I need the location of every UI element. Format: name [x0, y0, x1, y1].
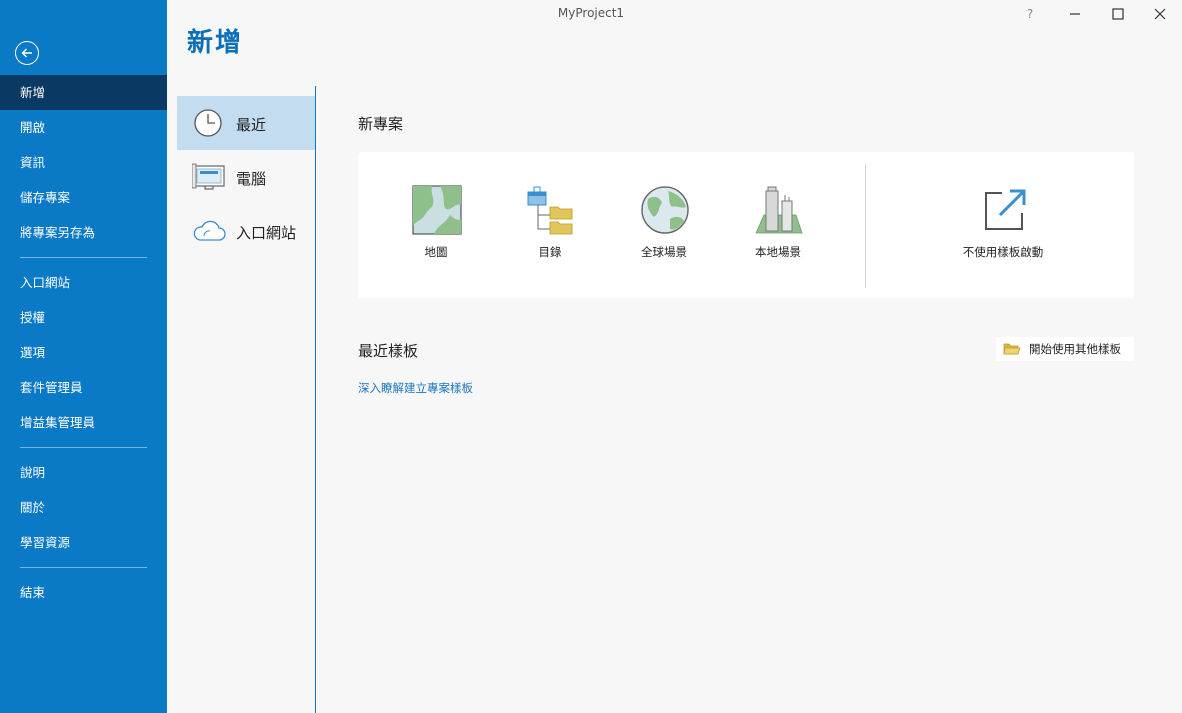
window-title: MyProject1	[557, 6, 625, 20]
new-project-heading: 新專案	[358, 115, 404, 133]
help-button[interactable]: ?	[1008, 2, 1052, 26]
computer-icon	[192, 163, 225, 190]
close-icon	[1154, 8, 1166, 20]
rail-item-portal[interactable]: 入口網站	[0, 265, 167, 300]
back-arrow-icon	[21, 48, 32, 58]
rail-item-help[interactable]: 說明	[0, 455, 167, 490]
rail-item-package-manager[interactable]: 套件管理員	[0, 370, 167, 405]
rail-item-exit[interactable]: 結束	[0, 575, 167, 610]
rail-divider	[20, 257, 147, 258]
start-other-template-label: 開始使用其他樣板	[1029, 342, 1121, 356]
backstage-rail: 新增 開啟 資訊 儲存專案 將專案另存為 入口網站 授權 選項 套件管理員 增益…	[0, 0, 167, 713]
close-button[interactable]	[1138, 2, 1182, 26]
recent-templates-heading: 最近樣板	[358, 342, 419, 360]
source-item-computer[interactable]: 電腦	[177, 150, 315, 204]
template-label: 本地場景	[755, 245, 801, 259]
rail-item-options[interactable]: 選項	[0, 335, 167, 370]
catalog-template-tile[interactable]: 目錄	[505, 182, 595, 262]
rail-item-addin-manager[interactable]: 增益集管理員	[0, 405, 167, 440]
rail-item-save-project[interactable]: 儲存專案	[0, 180, 167, 215]
rail-item-learning-resources[interactable]: 學習資源	[0, 525, 167, 560]
back-button[interactable]	[15, 41, 39, 65]
card-divider	[865, 164, 866, 288]
new-project-card: 地圖 目錄 全球場景 本地場景 不使用樣板啟動	[358, 152, 1134, 298]
source-item-portal[interactable]: 入口網站	[177, 204, 315, 258]
map-template-tile[interactable]: 地圖	[391, 182, 481, 262]
rail-item-new[interactable]: 新增	[0, 75, 167, 110]
template-label: 地圖	[424, 245, 448, 259]
start-without-template-tile[interactable]: 不使用樣板啟動	[948, 182, 1058, 262]
source-item-label: 電腦	[236, 170, 267, 188]
local-scene-template-tile[interactable]: 本地場景	[733, 182, 823, 262]
rail-divider	[20, 567, 147, 568]
rail-item-open[interactable]: 開啟	[0, 110, 167, 145]
external-open-icon	[985, 189, 1026, 230]
folder-open-icon	[1003, 343, 1021, 355]
source-item-label: 最近	[236, 116, 267, 134]
source-item-recent[interactable]: 最近	[177, 96, 315, 150]
source-list: 最近 電腦 入口網站	[167, 86, 316, 713]
rail-item-licensing[interactable]: 授權	[0, 300, 167, 335]
maximize-button[interactable]	[1096, 2, 1140, 26]
global-scene-icon	[641, 186, 689, 234]
rail-item-info[interactable]: 資訊	[0, 145, 167, 180]
template-label: 目錄	[538, 245, 562, 259]
maximize-icon	[1112, 8, 1124, 20]
start-other-template-button[interactable]: 開始使用其他樣板	[996, 337, 1134, 361]
source-item-label: 入口網站	[236, 224, 297, 242]
map-template-icon	[412, 185, 462, 235]
page-title: 新增	[187, 28, 244, 58]
catalog-template-icon	[527, 186, 573, 235]
minimize-icon	[1070, 13, 1080, 15]
template-label: 不使用樣板啟動	[962, 245, 1044, 259]
minimize-button[interactable]	[1053, 2, 1097, 26]
rail-item-about[interactable]: 關於	[0, 490, 167, 525]
learn-project-templates-link[interactable]: 深入瞭解建立專案樣板	[358, 380, 473, 396]
cloud-icon	[193, 220, 226, 241]
rail-divider	[20, 447, 147, 448]
local-scene-icon	[755, 186, 803, 234]
global-scene-template-tile[interactable]: 全球場景	[619, 182, 709, 262]
clock-icon	[194, 109, 222, 137]
rail-item-save-project-as[interactable]: 將專案另存為	[0, 215, 167, 250]
template-label: 全球場景	[641, 245, 687, 259]
